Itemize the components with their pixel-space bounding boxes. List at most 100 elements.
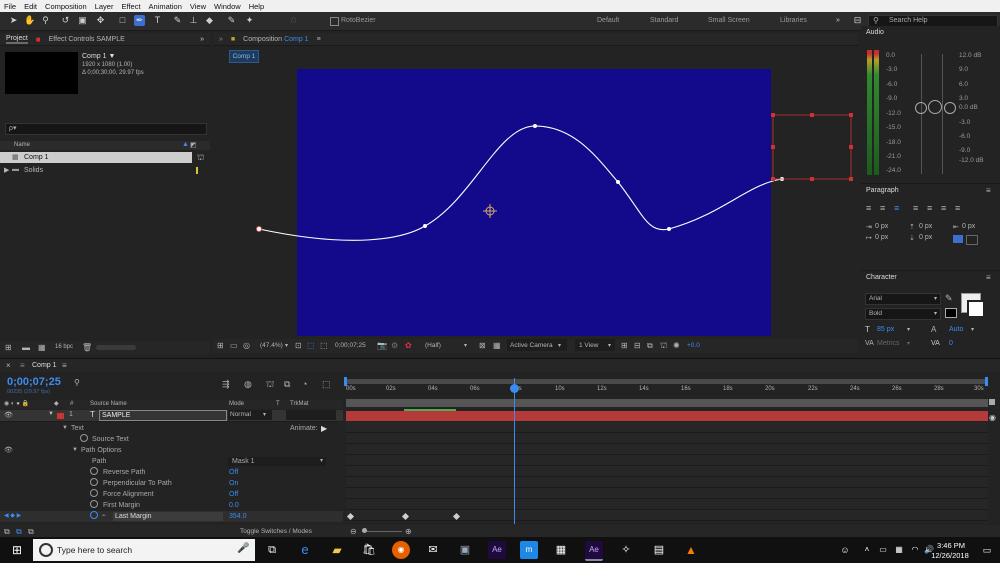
- firefox-icon[interactable]: ◉: [392, 541, 410, 559]
- workspace-default[interactable]: Default: [597, 17, 619, 24]
- graph-icon[interactable]: ⌁: [102, 511, 106, 522]
- align-right-icon[interactable]: ≡: [894, 203, 899, 213]
- clock-time[interactable]: 3:46 PM: [932, 541, 970, 550]
- fast-previews-icon[interactable]: ⊠: [479, 341, 486, 350]
- vlc-icon[interactable]: ▲: [682, 541, 700, 559]
- timeline-icon[interactable]: ⧉: [647, 341, 653, 351]
- animate-add-icon[interactable]: ▶: [321, 423, 327, 434]
- time-zoom-slider[interactable]: [362, 531, 402, 532]
- mail-icon[interactable]: ✉: [424, 541, 442, 559]
- menu-help[interactable]: Help: [245, 2, 268, 11]
- menu-window[interactable]: Window: [210, 2, 245, 11]
- graph-editor-icon[interactable]: ⬚: [322, 379, 331, 390]
- stopwatch-active-icon[interactable]: [90, 511, 98, 519]
- prop-last-margin-value[interactable]: 354.0: [229, 511, 247, 522]
- indent-left-value[interactable]: 0 px: [875, 223, 888, 230]
- menu-layer[interactable]: Layer: [91, 2, 118, 11]
- timeline-tab[interactable]: Comp 1: [32, 362, 57, 369]
- stopwatch-icon[interactable]: [90, 478, 98, 486]
- playhead-line[interactable]: [514, 378, 515, 524]
- thumbnail-slider[interactable]: [96, 345, 136, 350]
- justify-last-center-icon[interactable]: ≡: [927, 203, 932, 213]
- timeline-menu-icon[interactable]: ≡: [20, 361, 25, 370]
- panel-overflow-icon[interactable]: »: [200, 36, 204, 43]
- bpc-label[interactable]: 16 bpc: [55, 344, 73, 350]
- leading-value[interactable]: Auto: [949, 326, 963, 333]
- frame-blending-icon[interactable]: ⧉: [284, 379, 290, 390]
- path-dropdown-icon[interactable]: ▾: [320, 456, 323, 467]
- in-out-pane-icon[interactable]: ⧉: [28, 527, 34, 537]
- work-area-bar[interactable]: [346, 379, 988, 384]
- leading-dropdown-icon[interactable]: ▾: [971, 326, 974, 333]
- kerning-dropdown-icon[interactable]: ▾: [907, 340, 910, 347]
- flowchart-icon[interactable]: ⛫: [197, 153, 204, 163]
- workspace-small-screen[interactable]: Small Screen: [708, 17, 750, 24]
- audio-slider-right-thumb[interactable]: [944, 102, 956, 114]
- timeline-tab-menu-icon[interactable]: ≡: [62, 361, 67, 370]
- expand-pane-icon[interactable]: ⧉: [4, 527, 10, 537]
- comp-panel-menu-icon[interactable]: ≡: [317, 36, 321, 43]
- path-vertex[interactable]: [423, 224, 427, 228]
- tab-effect-controls[interactable]: Effect Controls SAMPLE: [49, 36, 125, 43]
- space-before-value[interactable]: 0 px: [919, 223, 932, 230]
- font-family-dropdown[interactable]: Arial ▾: [865, 293, 941, 305]
- path-vertex[interactable]: [533, 124, 537, 128]
- paragraph-menu-icon[interactable]: ≡: [986, 186, 991, 195]
- after-effects-active-icon[interactable]: Ae: [585, 541, 603, 561]
- draft-3d-icon[interactable]: ◍: [244, 379, 252, 390]
- pan-behind-tool-icon[interactable]: ✥: [95, 15, 106, 26]
- file-explorer-icon[interactable]: ▰: [328, 541, 346, 559]
- path-vertex[interactable]: [667, 227, 671, 231]
- eraser-tool-icon[interactable]: ◆: [204, 15, 215, 26]
- camera-tool-icon[interactable]: ▣: [77, 15, 88, 26]
- align-left-icon[interactable]: ≡: [866, 203, 871, 213]
- indent-right-value[interactable]: 0 px: [962, 223, 975, 230]
- rotobezier-checkbox[interactable]: [330, 17, 339, 26]
- character-menu-icon[interactable]: ≡: [986, 273, 991, 282]
- trkmat-dropdown[interactable]: [286, 410, 336, 420]
- taskbar-search-box[interactable]: Type here to search 🎤: [33, 539, 255, 561]
- microphone-icon[interactable]: 🎤: [237, 543, 249, 554]
- after-effects-icon[interactable]: Ae: [488, 541, 506, 559]
- prop-perpendicular-value[interactable]: On: [229, 478, 238, 489]
- comp-info-name[interactable]: Comp 1 ▼: [82, 53, 115, 60]
- menu-composition[interactable]: Composition: [41, 2, 91, 11]
- path-start-vertex[interactable]: [256, 226, 262, 232]
- shy-icon[interactable]: ⛫: [266, 379, 274, 391]
- resolution-dropdown-icon[interactable]: ▾: [464, 342, 467, 349]
- twirl-open-icon[interactable]: ▼: [72, 445, 78, 456]
- layer-label-color[interactable]: [57, 413, 64, 419]
- prop-last-margin[interactable]: ◀ ◆ ▶ ⌁ Last Margin 354.0: [0, 511, 343, 522]
- zoom-out-icon[interactable]: ⊖: [350, 527, 357, 536]
- timeline-search-input[interactable]: ⚲: [72, 378, 172, 388]
- snapshot-icon[interactable]: 📷: [377, 341, 387, 350]
- playhead-handle[interactable]: [510, 384, 519, 393]
- font-style-dropdown[interactable]: Bold ▾: [865, 308, 941, 320]
- reset-exposure-icon[interactable]: ✺: [673, 341, 680, 350]
- rectangle-tool-icon[interactable]: □: [117, 15, 128, 26]
- prop-reverse-path-value[interactable]: Off: [229, 467, 238, 478]
- always-preview-icon[interactable]: ⊞: [217, 341, 224, 350]
- comp-flowchart-icon[interactable]: ⛫: [660, 341, 667, 351]
- close-tab-icon[interactable]: ×: [6, 361, 11, 370]
- task-view-icon[interactable]: ⧉: [263, 541, 281, 559]
- type-tool-icon[interactable]: T: [152, 15, 163, 26]
- trash-icon[interactable]: 🗑: [82, 343, 92, 352]
- prop-force-alignment-value[interactable]: Off: [229, 489, 238, 500]
- store-icon[interactable]: 🛍: [360, 541, 378, 559]
- timeline-current-time[interactable]: 0;00;07;25: [7, 376, 61, 388]
- windows-start-icon[interactable]: ⊞: [8, 542, 26, 560]
- menu-view[interactable]: View: [186, 2, 210, 11]
- rtl-direction-icon[interactable]: [966, 235, 978, 245]
- lock-icon[interactable]: ■: [231, 36, 235, 43]
- project-search-input[interactable]: ρ▾: [5, 123, 207, 135]
- notepad-icon[interactable]: ▤: [650, 541, 668, 559]
- project-item-solids[interactable]: ▶ ▬ Solids: [0, 165, 200, 176]
- layer-row-sample[interactable]: 👁 ▼ 1 T SAMPLE Normal ▾: [0, 410, 343, 422]
- visibility-eye-icon[interactable]: 👁: [4, 445, 13, 456]
- workspace-libraries[interactable]: Libraries: [780, 17, 807, 24]
- visibility-eye-icon[interactable]: 👁: [4, 411, 13, 419]
- comp-title-name[interactable]: Comp 1: [284, 36, 309, 43]
- twirl-open-icon[interactable]: ▼: [62, 423, 68, 434]
- text-layer-bounding-box[interactable]: [771, 113, 853, 181]
